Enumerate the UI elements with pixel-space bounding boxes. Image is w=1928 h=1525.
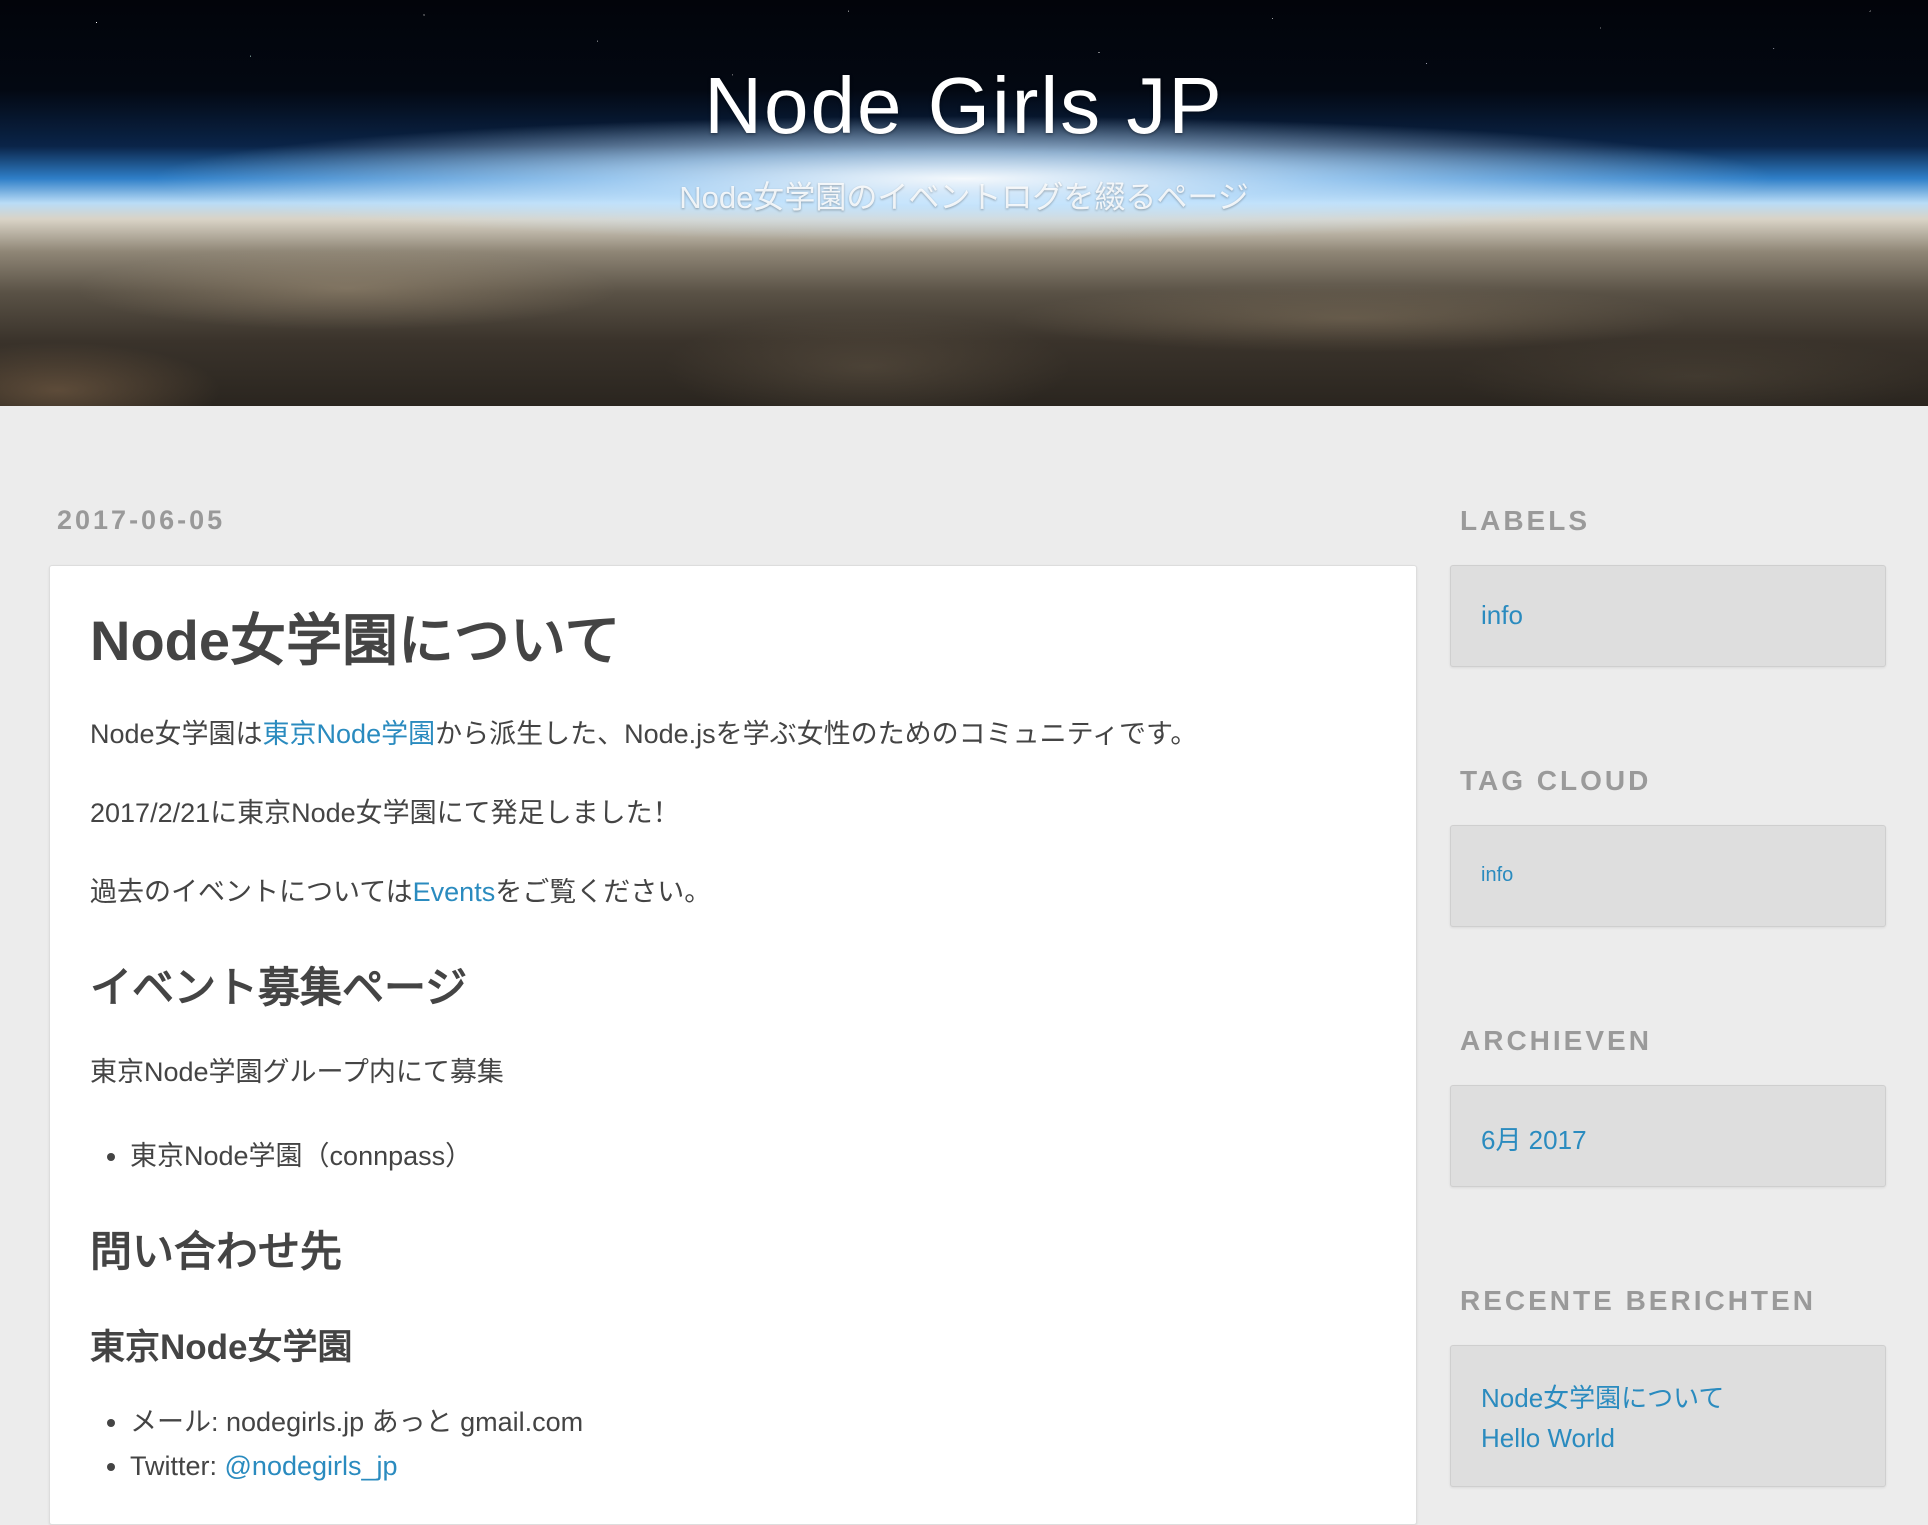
events-link[interactable]: Events bbox=[413, 877, 496, 907]
archive-link-june-2017[interactable]: 6月 2017 bbox=[1481, 1120, 1855, 1157]
twitter-label: Twitter: bbox=[130, 1451, 225, 1482]
labels-widget-title: LABELS bbox=[1460, 505, 1590, 536]
tag-cloud-widget-title: TAG CLOUD bbox=[1460, 765, 1652, 796]
archives-widget: 6月 2017 bbox=[1450, 1085, 1886, 1187]
intro-text-before: Node女学園は bbox=[90, 719, 263, 749]
intro-text-after: から派生した、Node.jsを学ぶ女性のためのコミュニティです。 bbox=[435, 719, 1198, 749]
events-text-before: 過去のイベントについては bbox=[90, 877, 413, 908]
site-tagline: Node女学園のイベントログを綴るページ bbox=[679, 180, 1249, 215]
contact-mail: メール: nodegirls.jp あっと gmail.com bbox=[130, 1400, 1376, 1444]
contact-list: メール: nodegirls.jp あっと gmail.com Twitter:… bbox=[90, 1400, 1376, 1488]
post-intro: Node女学園は東京Node学園から派生した、Node.jsを学ぶ女性のためのコ… bbox=[90, 717, 1376, 752]
label-link-info[interactable]: info bbox=[1481, 600, 1855, 631]
post-founded: 2017/2/21に東京Node女学園にて発足しました！ bbox=[90, 798, 680, 829]
recruit-list-item: 東京Node学園（connpass） bbox=[130, 1134, 1376, 1178]
contact-heading: 問い合わせ先 bbox=[90, 1228, 343, 1276]
post-title[interactable]: Node女学園について bbox=[90, 596, 1376, 677]
site-title[interactable]: Node Girls JP bbox=[0, 60, 1928, 152]
recruit-text: 東京Node学園グループ内にて募集 bbox=[90, 1057, 504, 1088]
labels-widget: info bbox=[1450, 565, 1886, 667]
post-date: 2017-06-05 bbox=[57, 505, 226, 535]
recent-post-link[interactable]: Node女学園について bbox=[1481, 1378, 1855, 1418]
post-events-line: 過去のイベントについてはEventsをご覧ください。 bbox=[90, 875, 1376, 910]
archives-widget-title: ARCHIEVEN bbox=[1460, 1025, 1652, 1056]
recruit-list: 東京Node学園（connpass） bbox=[90, 1134, 1376, 1178]
recent-post-link[interactable]: Hello World bbox=[1481, 1418, 1855, 1458]
tag-cloud-widget: info bbox=[1450, 825, 1886, 927]
contact-twitter: Twitter: @nodegirls_jp bbox=[130, 1444, 1376, 1488]
recent-posts-widget: Node女学園について Hello World bbox=[1450, 1345, 1886, 1487]
twitter-link[interactable]: @nodegirls_jp bbox=[225, 1451, 398, 1481]
header-banner: Node Girls JP Node女学園のイベントログを綴るページ bbox=[0, 0, 1928, 406]
tokyo-node-gakuen-link[interactable]: 東京Node学園 bbox=[263, 719, 436, 749]
contact-subheading: 東京Node女学園 bbox=[90, 1328, 353, 1368]
recent-posts-widget-title: RECENTE BERICHTEN bbox=[1460, 1285, 1816, 1316]
events-text-after: をご覧ください。 bbox=[495, 877, 712, 908]
tag-link-info[interactable]: info bbox=[1481, 864, 1855, 887]
post-card: Node女学園について Node女学園は東京Node学園から派生した、Node.… bbox=[49, 565, 1417, 1525]
recruit-heading: イベント募集ページ bbox=[90, 964, 468, 1012]
earth-clouds-background bbox=[0, 211, 1928, 406]
